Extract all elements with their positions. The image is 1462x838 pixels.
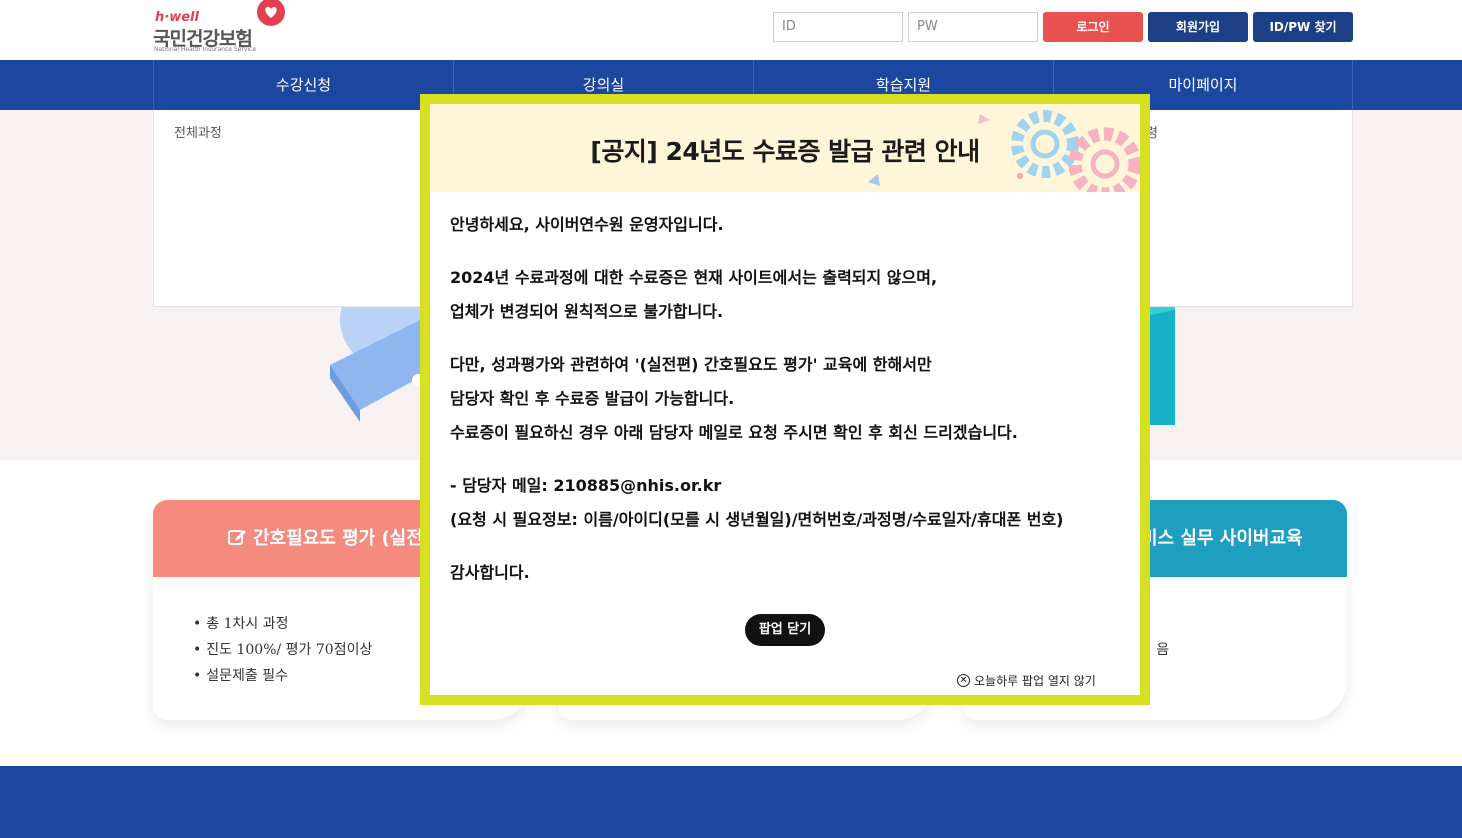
popup-hide-today-button[interactable]: × 오늘하루 팝업 열지 않기	[957, 672, 1096, 689]
popup-close-button[interactable]: 팝업 닫기	[745, 614, 825, 646]
popup-para2-line3: 수료증이 필요하신 경우 아래 담당자 메일로 요청 주시면 확인 후 회신 드…	[450, 423, 1018, 442]
heart-logo-icon	[257, 0, 285, 26]
course-card-title: 비스 실무 사이버교육	[1141, 528, 1303, 549]
dropdown-item-all-courses[interactable]: 전체과정	[174, 122, 222, 141]
course-card-title: 간호필요도 평가 (실전	[253, 528, 423, 549]
join-button[interactable]: 회원가입	[1148, 12, 1248, 42]
popup-contact-email: - 담당자 메일: 210885@nhis.or.kr	[450, 476, 722, 495]
login-button[interactable]: 로그인	[1043, 12, 1143, 42]
popup-bold-course: '(실전편) 간호필요도 평가' 교육에 한해서만	[634, 355, 932, 374]
popup-thanks: 감사합니다.	[450, 563, 530, 582]
popup-hide-today-label: 오늘하루 팝업 열지 않기	[974, 674, 1096, 688]
page: h·well 국민건강보험 National Health Insurance …	[0, 0, 1462, 838]
popup-para2-line2: 담당자 확인 후 수료증 발급이 가능합니다.	[450, 389, 735, 408]
popup-body: 안녕하세요, 사이버연수원 운영자입니다. 2024년 수료과정에 대한 수료증…	[450, 208, 1130, 590]
edit-icon	[228, 530, 246, 545]
id-input[interactable]: ID	[773, 12, 903, 42]
site-footer	[0, 766, 1462, 838]
popup-title: [공지] 24년도 수료증 발급 관련 안내	[590, 137, 980, 166]
site-header: h·well 국민건강보험 National Health Insurance …	[0, 0, 1462, 60]
find-id-pw-button[interactable]: ID/PW 찾기	[1253, 12, 1353, 42]
popup-banner: [공지] 24년도 수료증 발급 관련 안내	[430, 104, 1140, 192]
popup-para2-line1: 다만, 성과평가와 관련하여 '(실전편) 간호필요도 평가' 교육에 한해서만	[450, 355, 932, 374]
list-item: 음	[1143, 637, 1347, 663]
popup-para1-line1: 2024년 수료과정에 대한 수료증은 현재 사이트에서는 출력되지 않으며,	[450, 268, 938, 287]
nav-item-enroll[interactable]: 수강신청	[153, 60, 453, 110]
popup-para1-line2: 업체가 변경되어 원칙적으로 불가합니다.	[450, 302, 724, 321]
popup-greeting: 안녕하세요, 사이버연수원 운영자입니다.	[450, 215, 724, 234]
logo-sub-text: National Health Insurance Service	[154, 46, 257, 53]
popup-required-info: (요청 시 필요정보: 이름/아이디(모를 시 생년월일)/면허번호/과정명/수…	[450, 510, 1064, 529]
close-circle-icon: ×	[957, 674, 970, 687]
pw-input[interactable]: PW	[908, 12, 1038, 42]
logo-hwell-text: h·well	[155, 10, 199, 25]
notice-popup: [공지] 24년도 수료증 발급 관련 안내 안녕하세요, 사이버연수원 운영자…	[420, 94, 1150, 705]
nhis-logo[interactable]: h·well 국민건강보험 National Health Insurance …	[153, 0, 293, 56]
